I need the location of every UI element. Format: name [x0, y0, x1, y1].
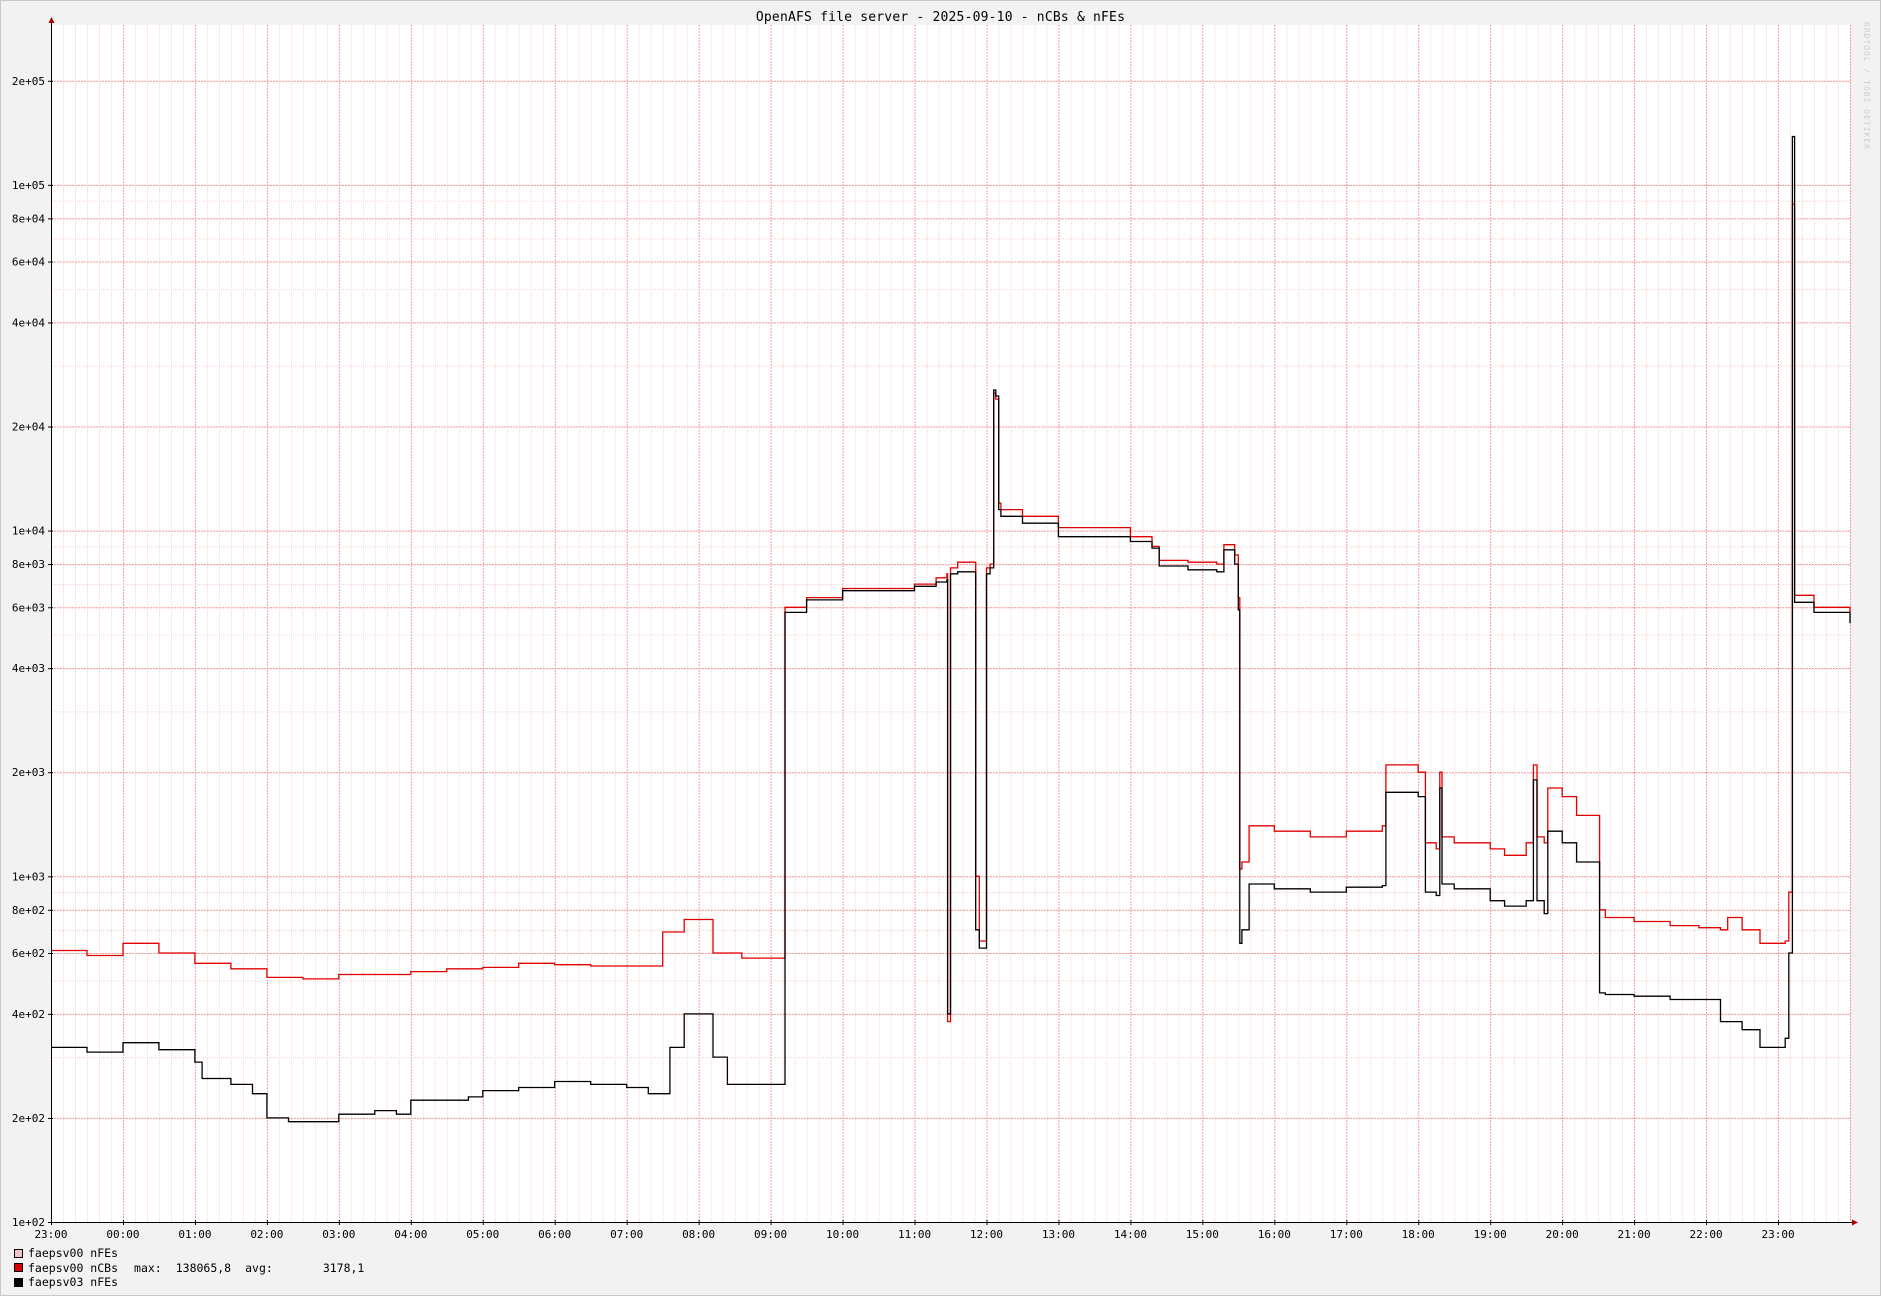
- y-axis-arrow: [48, 17, 55, 23]
- legend-label: faepsv00 nCBs: [28, 1260, 119, 1275]
- x-tick-label: 09:00: [754, 1228, 787, 1241]
- x-tick-label: 18:00: [1402, 1228, 1435, 1241]
- y-tick-label: 2e+02: [12, 1112, 45, 1125]
- legend-avg-value: 3178,1: [322, 1260, 365, 1275]
- x-tick-label: 07:00: [610, 1228, 643, 1241]
- x-tick-label: 04:00: [394, 1228, 427, 1241]
- y-tick-label: 6e+03: [12, 601, 45, 614]
- y-tick-label: 6e+02: [12, 947, 45, 960]
- x-tick-label: 08:00: [682, 1228, 715, 1241]
- y-tick-label: 8e+04: [12, 212, 45, 225]
- y-tick-label: 4e+02: [12, 1008, 45, 1021]
- plot-area: 2e+05 1e+05 8e+04 6e+04 4e+04 2e+04 1e+04 8e+03…: [12, 17, 1858, 1241]
- x-tick-label: 16:00: [1258, 1228, 1291, 1241]
- x-tick-label: 22:00: [1690, 1228, 1723, 1241]
- x-tick-label: 17:00: [1330, 1228, 1363, 1241]
- x-tick-label: 02:00: [250, 1228, 283, 1241]
- x-tick-label: 10:00: [826, 1228, 859, 1241]
- legend-avg-label: avg:: [245, 1260, 273, 1275]
- legend-item: faepsv03 nFEs: [14, 1275, 364, 1290]
- x-tick-label: 14:00: [1114, 1228, 1147, 1241]
- legend-max-label: max:: [134, 1260, 162, 1275]
- x-tick-label: 13:00: [1042, 1228, 1075, 1241]
- y-tick-label: 4e+04: [12, 316, 45, 329]
- y-tick-label: 1e+04: [12, 525, 45, 538]
- x-tick-label: 03:00: [322, 1228, 355, 1241]
- x-tick-label: 20:00: [1546, 1228, 1579, 1241]
- legend-max-value: 138065,8: [175, 1260, 232, 1275]
- y-tick-label: 2e+03: [12, 766, 45, 779]
- y-tick-label: 8e+02: [12, 904, 45, 917]
- x-tick-label: 21:00: [1618, 1228, 1651, 1241]
- x-tick-label: 23:00: [34, 1228, 67, 1241]
- x-tick-label: 15:00: [1186, 1228, 1219, 1241]
- y-tick-label: 8e+03: [12, 558, 45, 571]
- legend-swatch: [14, 1277, 23, 1287]
- x-tick-label: 05:00: [466, 1228, 499, 1241]
- x-tick-label: 19:00: [1474, 1228, 1507, 1241]
- legend-swatch: [14, 1248, 23, 1258]
- y-tick-label: 1e+05: [12, 179, 45, 192]
- x-tick-label: 23:00: [1761, 1228, 1794, 1241]
- x-tick-label: 00:00: [106, 1228, 139, 1241]
- x-tick-label: 12:00: [970, 1228, 1003, 1241]
- y-tick-label: 6e+04: [12, 256, 45, 269]
- legend-label: faepsv00 nFEs: [28, 1246, 119, 1260]
- legend-item: faepsv00 nFEs: [14, 1246, 364, 1261]
- y-tick-label: 2e+05: [12, 75, 45, 88]
- y-tick-label: 2e+04: [12, 421, 45, 434]
- legend-item: faepsv00 nCBs max: 138065,8 avg: 3178,1: [14, 1261, 364, 1276]
- legend: faepsv00 nFEs faepsv00 nCBs max: 138065,…: [14, 1246, 364, 1290]
- legend-swatch: [14, 1263, 23, 1273]
- x-tick-label: 01:00: [178, 1228, 211, 1241]
- x-axis-arrow: [1852, 1219, 1858, 1226]
- x-tick-label: 11:00: [898, 1228, 931, 1241]
- legend-label: faepsv03 nFEs: [28, 1275, 119, 1289]
- y-tick-label: 4e+03: [12, 662, 45, 675]
- y-tick-label: 1e+03: [12, 870, 45, 883]
- x-tick-label: 06:00: [538, 1228, 571, 1241]
